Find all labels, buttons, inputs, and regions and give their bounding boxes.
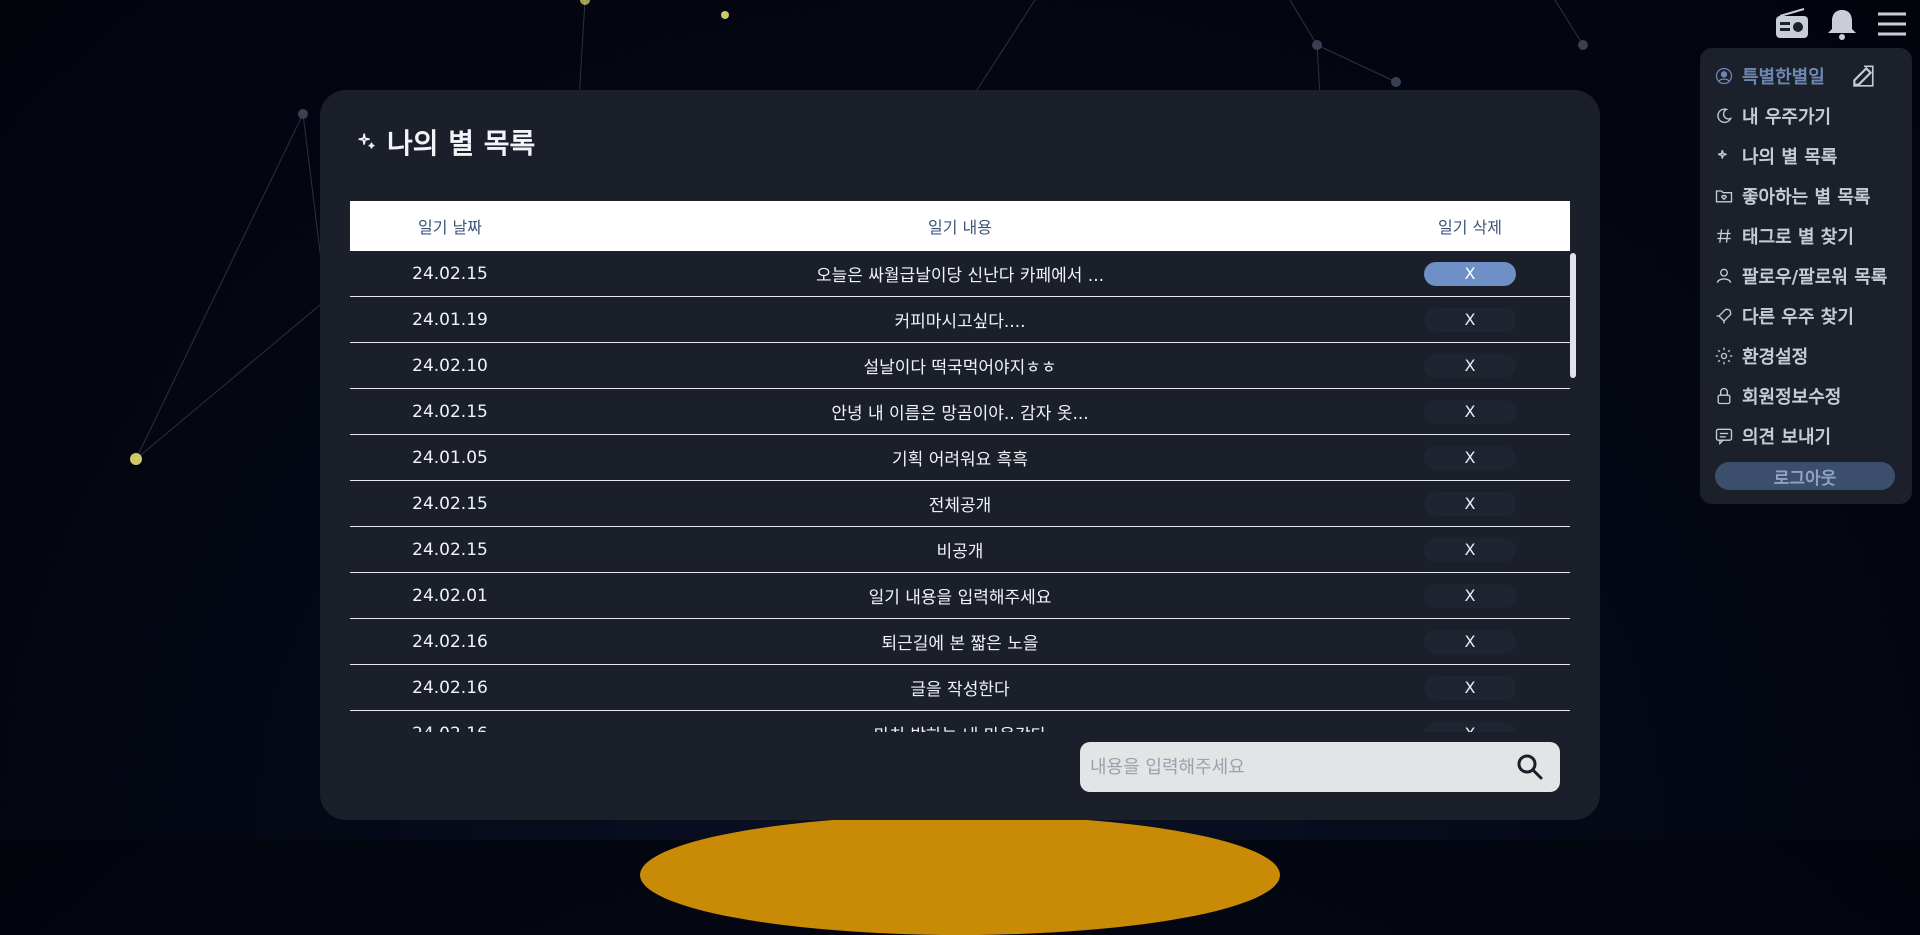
menu-item-5[interactable]: 태그로 별 찾기 — [1714, 220, 1854, 252]
top-toolbar — [1774, 6, 1910, 42]
user-icon — [1714, 266, 1734, 286]
row-date: 24.02.15 — [412, 401, 488, 422]
row-content[interactable]: 전체공개 — [550, 491, 1370, 516]
folder-heart-icon — [1714, 186, 1734, 206]
header-delete: 일기 삭제 — [1438, 218, 1502, 237]
header-date: 일기 날짜 — [418, 218, 482, 237]
table-row[interactable]: 24.01.05 기획 어려워요 흑흑 X — [350, 435, 1570, 481]
row-date: 24.02.01 — [412, 585, 488, 606]
menu-item-3[interactable]: 나의 별 목록 — [1714, 140, 1837, 172]
menu-item-10[interactable]: 의견 보내기 — [1714, 420, 1831, 452]
row-date: 24.02.15 — [412, 493, 488, 514]
moon-icon — [1714, 106, 1734, 126]
gear-icon — [1714, 346, 1734, 366]
table-body: 24.02.15 오늘은 싸월급날이당 신난다 카페에서 ... X 24.01.19… — [350, 251, 1570, 732]
menu-item-8[interactable]: 환경설정 — [1714, 340, 1808, 372]
menu-item-6[interactable]: 팔로우/팔로워 목록 — [1714, 260, 1887, 292]
hamburger-menu-icon[interactable] — [1874, 6, 1910, 42]
delete-button[interactable]: X — [1424, 307, 1516, 332]
delete-button[interactable]: X — [1424, 721, 1516, 732]
row-content[interactable]: 마치 밤하늘 내 마음같다 — [550, 721, 1370, 732]
table-header: 일기 날짜 일기 내용 일기 삭제 — [350, 201, 1570, 251]
row-date: 24.02.16 — [350, 724, 550, 733]
row-content[interactable]: 글을 작성한다 — [550, 675, 1370, 700]
delete-button[interactable]: X — [1424, 629, 1516, 654]
delete-button[interactable]: X — [1424, 261, 1516, 286]
table-row[interactable]: 24.02.16 퇴근길에 본 짧은 노을 X — [350, 619, 1570, 665]
menu-item-label: 나의 별 목록 — [1742, 147, 1838, 168]
row-content[interactable]: 커피마시고싶다.... — [550, 307, 1370, 332]
sparkle-icon — [355, 126, 377, 159]
radio-icon[interactable] — [1774, 6, 1810, 42]
menu-item-label: 회원정보수정 — [1742, 387, 1842, 408]
menu-item-label: 태그로 별 찾기 — [1742, 227, 1854, 248]
row-date: 24.02.10 — [412, 355, 488, 376]
sparkle-icon — [1714, 146, 1734, 166]
table-row[interactable]: 24.02.15 안녕 내 이름은 망곰이야.. 감자 옷... X — [350, 389, 1570, 435]
page-title: 나의 별 목록 — [355, 122, 535, 162]
edit-icon[interactable] — [1850, 63, 1876, 89]
header-content: 일기 내용 — [928, 218, 992, 237]
star-list-panel: 나의 별 목록 일기 날짜 일기 내용 일기 삭제 24.02.15 오늘은 싸월… — [320, 90, 1600, 820]
delete-button[interactable]: X — [1424, 399, 1516, 424]
row-date: 24.02.15 — [412, 263, 488, 284]
hash-icon — [1714, 226, 1734, 246]
delete-button[interactable]: X — [1424, 537, 1516, 562]
table-row[interactable]: 24.02.01 일기 내용을 입력해주세요 X — [350, 573, 1570, 619]
rocket-icon — [1714, 306, 1734, 326]
search-bar — [1080, 742, 1560, 792]
search-icon[interactable] — [1516, 753, 1544, 781]
menu-item-label: 의견 보내기 — [1742, 427, 1832, 448]
row-content[interactable]: 오늘은 싸월급날이당 신난다 카페에서 ... — [550, 261, 1370, 286]
table-row[interactable]: 24.02.10 설날이다 떡국먹어야지ㅎㅎ X — [350, 343, 1570, 389]
logout-button[interactable]: 로그아웃 — [1715, 462, 1895, 490]
menu-item-label: 특별한별일 — [1742, 67, 1825, 88]
page-title-text: 나의 별 목록 — [387, 127, 536, 160]
table-row[interactable]: 24.02.15 비공개 X — [350, 527, 1570, 573]
table-row[interactable]: 24.02.15 전체공개 X — [350, 481, 1570, 527]
search-input[interactable] — [1080, 755, 1516, 779]
row-date: 24.01.05 — [412, 447, 488, 468]
table-row[interactable]: 24.02.16마치 밤하늘 내 마음같다 X — [350, 711, 1570, 732]
row-date: 24.02.16 — [412, 677, 488, 698]
delete-button[interactable]: X — [1424, 583, 1516, 608]
delete-button[interactable]: X — [1424, 675, 1516, 700]
row-content[interactable]: 퇴근길에 본 짧은 노을 — [550, 629, 1370, 654]
table-scrollbar[interactable] — [1570, 253, 1576, 378]
menu-item-1[interactable]: 특별한별일 — [1714, 60, 1825, 92]
delete-button[interactable]: X — [1424, 353, 1516, 378]
menu-item-label: 팔로우/팔로워 목록 — [1742, 267, 1888, 288]
row-date: 24.01.19 — [412, 309, 488, 330]
message-icon — [1714, 426, 1734, 446]
bell-icon[interactable] — [1824, 6, 1860, 42]
menu-item-4[interactable]: 좋아하는 별 목록 — [1714, 180, 1870, 212]
row-content[interactable]: 기획 어려워요 흑흑 — [550, 445, 1370, 470]
row-content[interactable]: 설날이다 떡국먹어야지ㅎㅎ — [550, 353, 1370, 378]
delete-button[interactable]: X — [1424, 445, 1516, 470]
menu-item-label: 다른 우주 찾기 — [1742, 307, 1854, 328]
user-circle-icon — [1714, 66, 1734, 86]
menu-item-label: 환경설정 — [1742, 347, 1809, 368]
planet-decoration — [640, 815, 1280, 935]
row-content[interactable]: 안녕 내 이름은 망곰이야.. 감자 옷... — [550, 399, 1370, 424]
table-row[interactable]: 24.01.19 커피마시고싶다.... X — [350, 297, 1570, 343]
diary-table[interactable]: 일기 날짜 일기 내용 일기 삭제 24.02.15 오늘은 싸월급날이당 신난다… — [350, 201, 1570, 732]
menu-item-7[interactable]: 다른 우주 찾기 — [1714, 300, 1854, 332]
menu-item-label: 내 우주가기 — [1742, 107, 1832, 128]
delete-button[interactable]: X — [1424, 491, 1516, 516]
row-date: 24.02.16 — [412, 631, 488, 652]
menu-item-2[interactable]: 내 우주가기 — [1714, 100, 1831, 132]
lock-icon — [1714, 386, 1734, 406]
menu-item-9[interactable]: 회원정보수정 — [1714, 380, 1841, 412]
row-content[interactable]: 일기 내용을 입력해주세요 — [550, 583, 1370, 608]
table-row[interactable]: 24.02.15 오늘은 싸월급날이당 신난다 카페에서 ... X — [350, 251, 1570, 297]
menu-item-label: 좋아하는 별 목록 — [1742, 187, 1871, 208]
table-row[interactable]: 24.02.16 글을 작성한다 X — [350, 665, 1570, 711]
row-content[interactable]: 비공개 — [550, 537, 1370, 562]
row-date: 24.02.15 — [412, 539, 488, 560]
side-menu: 특별한별일내 우주가기나의 별 목록좋아하는 별 목록태그로 별 찾기팔로우/팔… — [1700, 48, 1912, 504]
